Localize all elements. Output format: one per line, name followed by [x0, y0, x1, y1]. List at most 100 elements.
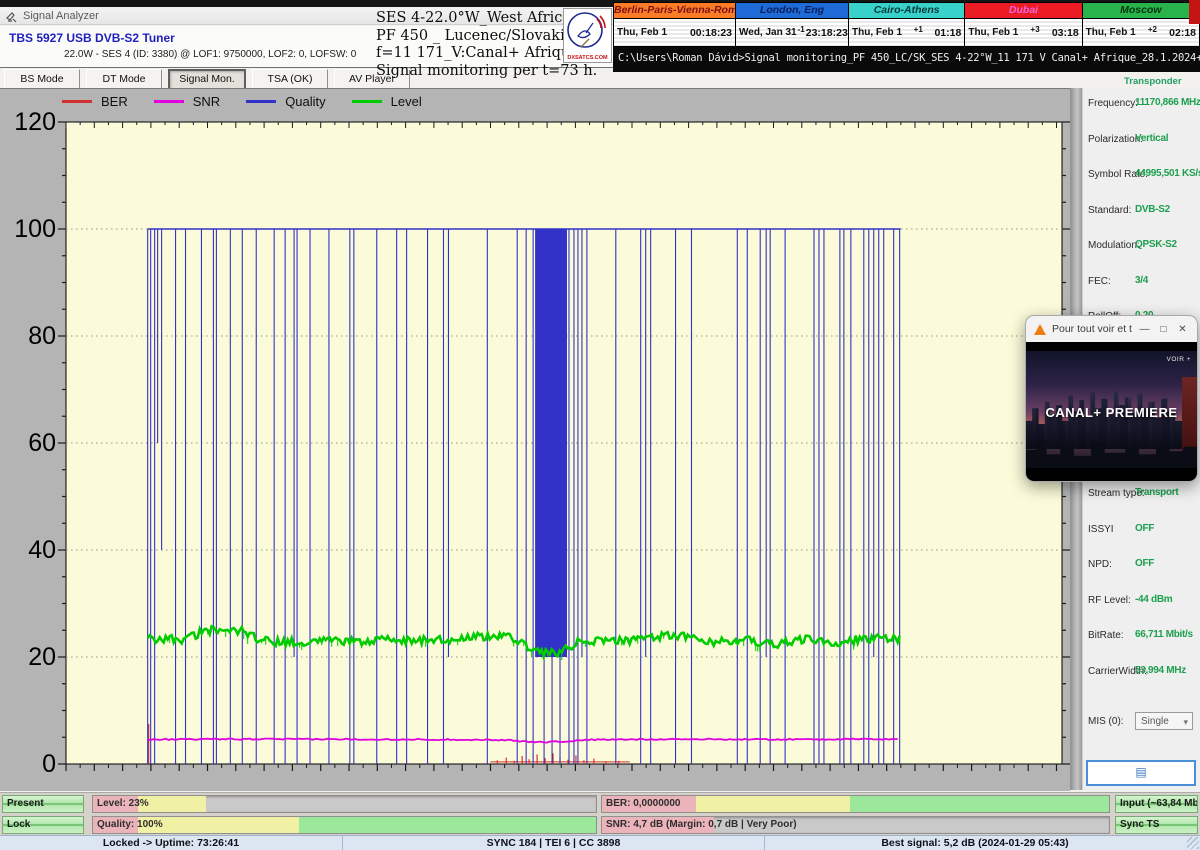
row-value: -44 dBm	[1135, 594, 1172, 605]
mis-dropdown[interactable]: Single ▾	[1135, 712, 1193, 730]
transponder-row-frequency: Frequency:11170,866 MHz	[1083, 94, 1200, 118]
row-value: DVB-S2	[1135, 204, 1170, 215]
tuner-name: TBS 5927 USB DVB-S2 Tuner	[9, 31, 175, 45]
resize-grip[interactable]	[1187, 837, 1199, 849]
legend-swatch-quality	[246, 100, 276, 103]
command-prompt[interactable]: C:\Users\Roman Dávid>Signal monitoring_P…	[613, 47, 1200, 72]
row-value: 11170,866 MHz	[1135, 97, 1200, 108]
vlc-popup-titlebar[interactable]: Pour tout voir et to... — □ ✕	[1026, 316, 1197, 342]
clock-date: Thu, Feb 1	[1086, 27, 1136, 38]
legend-item-level: Level	[352, 94, 422, 109]
row-value: QPSK-S2	[1135, 239, 1177, 250]
row-value: OFF	[1135, 523, 1154, 534]
clock-time: 03:18	[1052, 27, 1079, 39]
row-label: ISSYI	[1088, 524, 1114, 535]
gauge-label: SNR: 4,7 dB (Margin: 0,7 dB | Very Poor)	[606, 819, 797, 830]
clock-cairo-athens: Cairo-AthensThu, Feb 1+101:18	[849, 3, 965, 46]
row-label: FEC:	[1088, 276, 1111, 287]
legend-label: SNR	[193, 94, 220, 109]
tab-bar: BS ModeDT ModeSignal Mon.TSA (OK)AV Play…	[4, 69, 410, 89]
signal-analyzer-window: Signal Analyzer TBS 5927 USB DVB-S2 Tune…	[0, 0, 1200, 850]
clock-dubai: Dubai Thu, Feb 1 +3 03:18	[965, 3, 1082, 46]
badge-present: Present	[2, 795, 84, 813]
row-label: RF Level:	[1088, 595, 1131, 606]
clock-utc-offset: -1	[798, 25, 805, 34]
world-clock-table: Berlin-Paris-Vienna-RomaThu, Feb 100:18:…	[613, 2, 1200, 47]
signal-monitoring-plot	[0, 89, 1070, 796]
clock-berlin-paris-vienna-roma: Berlin-Paris-Vienna-RomaThu, Feb 100:18:…	[614, 3, 736, 46]
transponder-row-standard: Standard: DVB-S2	[1083, 201, 1200, 225]
clock-city-label: Dubai	[965, 3, 1081, 19]
clock-date: Thu, Feb 1	[617, 27, 667, 38]
clock-datetime: Thu, Feb 100:18:23	[614, 19, 735, 46]
y-axis-label-40: 40	[4, 535, 56, 565]
transponder-row-issyi: ISSYI OFF	[1083, 520, 1200, 544]
badge-lock: Lock	[2, 816, 84, 834]
gauge-label: BER: 0,0000000	[606, 798, 681, 809]
badge-input-63-84-mbps: Input (~63,84 Mbps)	[1115, 795, 1198, 813]
y-axis-label-120: 120	[4, 107, 56, 137]
header-note-line2: PF 450 _ Lucenec/Slovakia	[376, 28, 566, 46]
row-label: NPD:	[1088, 559, 1112, 570]
y-axis-label-100: 100	[4, 214, 56, 244]
corner-red-element	[1189, 0, 1200, 24]
transponder-row-fec: FEC: 3/4	[1083, 272, 1200, 296]
header-note-line3: f=11 171_V:Canal+ Afrique	[376, 45, 566, 63]
y-axis-label-80: 80	[4, 321, 56, 351]
legend-item-snr: SNR	[154, 94, 220, 109]
clock-city-label: Cairo-Athens	[849, 3, 964, 19]
row-label: Standard:	[1088, 205, 1131, 216]
clock-date: Wed, Jan 31	[739, 27, 797, 38]
app-icon	[6, 10, 18, 22]
clock-date: Thu, Feb 1	[852, 27, 902, 38]
tab-bs-mode[interactable]: BS Mode	[4, 69, 80, 90]
clock-time: 23:18:23	[806, 27, 848, 39]
legend-item-quality: Quality	[246, 94, 325, 109]
gauge-snr: SNR: 4,7 dB (Margin: 0,7 dB | Very Poor)	[601, 816, 1110, 834]
gauge-quality: Quality: 100%	[92, 816, 597, 834]
gauge-label: Level: 23%	[97, 798, 149, 809]
status-best-signal: Best signal: 5,2 dB (2024-01-29 05:43)	[765, 836, 1185, 850]
tuner-details: 22.0W - SES 4 (ID: 3380) @ LOF1: 9750000…	[64, 49, 356, 60]
gauge-ber: BER: 0,0000000	[601, 795, 1110, 813]
badge-sync-ts: Sync TS	[1115, 816, 1198, 834]
canal-premiere-title: CANAL+ PREMIERE	[1026, 405, 1197, 420]
logo-text: DXSATCS.COM	[564, 55, 611, 61]
status-bar: Locked -> Uptime: 73:26:41 SYNC 184 | TE…	[0, 835, 1200, 850]
gauge-segment-green	[850, 796, 1109, 812]
clock-utc-offset: +3	[1031, 25, 1040, 34]
minimize-button[interactable]: —	[1138, 324, 1151, 335]
transponder-row-polarization: Polarization:Vertical	[1083, 130, 1200, 154]
row-label: BitRate:	[1088, 630, 1124, 641]
legend-swatch-ber	[62, 100, 92, 103]
legend-item-ber: BER	[62, 94, 128, 109]
status-uptime: Locked -> Uptime: 73:26:41	[0, 836, 343, 850]
vlc-video-area[interactable]: VOIR + CANAL+ PREMIERE	[1026, 342, 1197, 481]
satellite-dish-drawing	[564, 9, 611, 53]
dxsatcs-logo: DXSATCS.COM	[563, 8, 612, 63]
canalplus-video-frame: VOIR + CANAL+ PREMIERE	[1026, 351, 1197, 468]
sidebar-spectrum-button[interactable]: ▤	[1086, 760, 1196, 786]
mis-value: Single	[1141, 716, 1169, 727]
row-value: 3/4	[1135, 275, 1148, 286]
table-grid-icon: ▤	[1135, 765, 1146, 779]
vlc-popup-window[interactable]: Pour tout voir et to... — □ ✕ VOIR + CAN…	[1025, 315, 1198, 482]
clock-moscow: MoscowThu, Feb 1+202:18	[1083, 3, 1199, 46]
row-value: 53,994 MHz	[1135, 665, 1186, 676]
transponder-row-rf-level: RF Level: -44 dBm	[1083, 591, 1200, 615]
tab-dt-mode[interactable]: DT Mode	[86, 69, 162, 90]
gauge-level: Level: 23%	[92, 795, 597, 813]
transponder-row-npd: NPD:OFF	[1083, 555, 1200, 579]
close-button[interactable]: ✕	[1176, 324, 1189, 335]
legend-label: Quality	[285, 94, 325, 109]
chevron-down-icon: ▾	[1183, 714, 1188, 731]
tab-tsa-ok[interactable]: TSA (OK)	[252, 69, 328, 90]
clock-city-label: Berlin-Paris-Vienna-Roma	[614, 3, 735, 19]
row-value: 66,711 Mbit/s	[1135, 629, 1193, 640]
gauge-bar-area: Present Level: 23% BER: 0,0000000 Input (~6…	[0, 792, 1200, 835]
clock-date: Thu, Feb 1	[968, 27, 1018, 38]
mis-label: MIS (0):	[1088, 716, 1124, 727]
chart-legend: BER SNR Quality Level	[62, 94, 422, 109]
maximize-button[interactable]: □	[1157, 324, 1170, 335]
clock-datetime: Wed, Jan 31-123:18:23	[736, 19, 848, 46]
